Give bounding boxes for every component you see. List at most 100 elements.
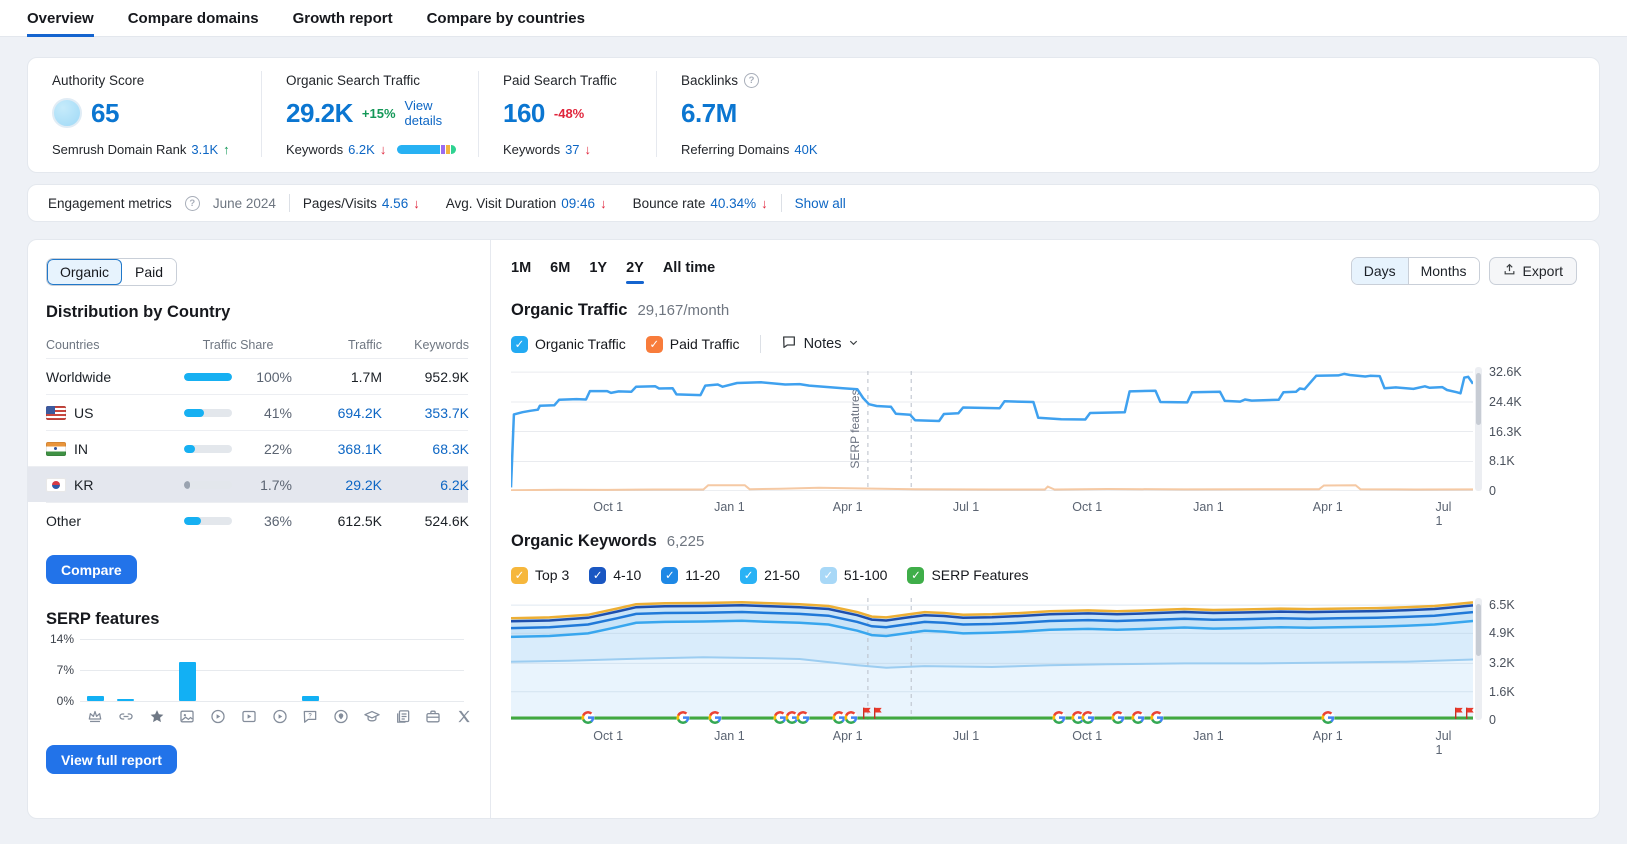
country-table: Countries Traffic Share Traffic Keywords Wor… (28, 334, 469, 538)
legend-label: SERP Features (931, 567, 1029, 583)
country-row-worldwide[interactable]: Worldwide 100% 1.7M 952.9K (46, 358, 469, 394)
google-serp-marker-icon[interactable] (676, 711, 690, 724)
country-row-other[interactable]: Other 36% 612.5K 524.6K (46, 502, 469, 538)
red-flag-annotation-icon[interactable] (1465, 706, 1478, 720)
legend-51-100[interactable]: ✓ 51-100 (819, 566, 888, 584)
metric-value[interactable]: 40.34% (710, 196, 756, 211)
traffic-value[interactable]: 29.2K (292, 477, 382, 493)
country-row-kr[interactable]: KR 1.7% 29.2K 6.2K (28, 466, 469, 502)
organic-keywords-value[interactable]: 6.2K (348, 142, 375, 157)
google-serp-marker-icon[interactable] (796, 711, 810, 724)
nav-tab-growth-report[interactable]: Growth report (293, 0, 393, 37)
date-range-tabs: 1M 6M 1Y 2Y All time (511, 260, 715, 284)
backlinks-block: Backlinks ? 6.7M Referring Domains 40K (656, 71, 840, 157)
range-tab-2y[interactable]: 2Y (626, 260, 644, 284)
info-question-icon[interactable]: ? (744, 73, 760, 88)
toggle-organic[interactable]: Organic (47, 259, 123, 285)
country-name: IN (46, 441, 184, 457)
backlinks-title: Backlinks (681, 73, 739, 88)
link-icon[interactable] (117, 708, 134, 725)
legend-organic-traffic[interactable]: ✓ Organic Traffic (511, 335, 626, 353)
authority-score-gauge (52, 98, 82, 128)
traffic-share-bar (184, 444, 232, 453)
legend-top-3[interactable]: ✓ Top 3 (511, 566, 569, 584)
organic-keywords-label: Keywords (286, 142, 344, 157)
keywords-value: 952.9K (424, 368, 469, 385)
google-serp-marker-icon[interactable] (1321, 711, 1335, 724)
location-icon[interactable] (333, 708, 350, 725)
graduation-cap-icon[interactable] (363, 708, 380, 725)
google-serp-marker-icon[interactable] (708, 711, 722, 724)
chat-question-icon[interactable]: ? (302, 708, 319, 725)
traffic-share-bar (184, 408, 232, 417)
red-flag-annotation-icon[interactable] (873, 706, 886, 720)
google-serp-marker-icon[interactable] (1111, 711, 1125, 724)
keywords-value[interactable]: 68.3K (382, 441, 469, 457)
metric-value[interactable]: 4.56 (382, 196, 408, 211)
toggle-paid[interactable]: Paid (122, 259, 177, 285)
legend-11-20[interactable]: ✓ 11-20 (661, 566, 720, 584)
google-serp-marker-icon[interactable] (1081, 711, 1095, 724)
traffic-legend: ✓ Organic Traffic ✓ Paid Traffic Notes (511, 334, 1577, 354)
paid-keywords-value[interactable]: 37 (565, 142, 579, 157)
keywords-value[interactable]: 353.7K (382, 405, 469, 421)
google-serp-marker-icon[interactable] (1150, 711, 1164, 724)
x-twitter-icon[interactable] (456, 708, 473, 725)
view-details-link[interactable]: View details (405, 98, 456, 128)
traffic-value[interactable]: 368.1K (292, 441, 382, 457)
domain-rank-value[interactable]: 3.1K (191, 142, 218, 157)
star-icon[interactable] (148, 708, 165, 725)
chart-scroll-handle[interactable] (1475, 367, 1482, 491)
chevron-down-icon (848, 336, 859, 352)
video-circle-icon[interactable] (210, 708, 227, 725)
organic-traffic-change: +15% (361, 105, 396, 121)
legend-paid-traffic[interactable]: ✓ Paid Traffic (645, 335, 740, 353)
notes-label: Notes (803, 336, 842, 352)
traffic-value[interactable]: 694.2K (292, 405, 382, 421)
info-question-icon[interactable]: ? (184, 195, 200, 211)
notes-dropdown[interactable]: Notes (781, 334, 860, 354)
legend-label: 51-100 (843, 567, 888, 583)
range-tab-1m[interactable]: 1M (511, 260, 531, 282)
country-name: Worldwide (46, 368, 112, 385)
legend-21-50[interactable]: ✓ 21-50 (740, 566, 800, 584)
compare-button[interactable]: Compare (46, 555, 137, 584)
country-row-us[interactable]: US 41% 694.2K 353.7K (46, 394, 469, 430)
chart-scroll-handle[interactable] (1475, 598, 1482, 720)
range-tab-1y[interactable]: 1Y (589, 260, 607, 282)
google-serp-marker-icon[interactable] (1052, 711, 1066, 724)
documents-icon[interactable] (394, 708, 411, 725)
keywords-value[interactable]: 6.2K (382, 477, 469, 493)
nav-tab-overview[interactable]: Overview (27, 0, 94, 37)
nav-tab-compare-domains[interactable]: Compare domains (128, 0, 259, 37)
trend-up-arrow-icon: ↑ (223, 142, 230, 157)
country-name: Other (46, 512, 82, 529)
nav-tab-compare-by-countries[interactable]: Compare by countries (427, 0, 585, 37)
google-serp-marker-icon[interactable] (844, 711, 858, 724)
referring-domains-value[interactable]: 40K (794, 142, 817, 157)
range-tab-all-time[interactable]: All time (663, 260, 715, 282)
range-tab-6m[interactable]: 6M (550, 260, 570, 282)
legend-serp-features[interactable]: ✓ SERP Features (907, 566, 1029, 584)
country-row-in[interactable]: IN 22% 368.1K 68.3K (46, 430, 469, 466)
image-icon[interactable] (179, 708, 196, 725)
organic-traffic-chart-subtitle: 29,167/month (637, 302, 730, 319)
crown-icon[interactable] (87, 708, 104, 725)
video-circle-icon[interactable] (271, 708, 288, 725)
google-serp-marker-icon[interactable] (1131, 711, 1145, 724)
granularity-days[interactable]: Days (1351, 258, 1408, 284)
granularity-months[interactable]: Months (1407, 258, 1479, 284)
briefcase-icon[interactable] (425, 708, 442, 725)
paid-traffic-change: -48% (553, 105, 585, 121)
summary-card: Authority Score 65 Semrush Domain Rank 3… (27, 57, 1600, 173)
svg-text:?: ? (309, 714, 313, 720)
metric-label: Bounce rate (632, 195, 706, 211)
export-button[interactable]: Export (1488, 257, 1577, 285)
google-serp-marker-icon[interactable] (581, 711, 595, 724)
show-all-link[interactable]: Show all (795, 196, 846, 211)
metric-value[interactable]: 09:46 (561, 196, 595, 211)
engagement-metric: Pages/Visits 4.56 ↓ (303, 196, 420, 211)
view-full-report-button[interactable]: View full report (46, 745, 177, 774)
legend-4-10[interactable]: ✓ 4-10 (589, 566, 641, 584)
video-rect-icon[interactable] (240, 708, 257, 725)
